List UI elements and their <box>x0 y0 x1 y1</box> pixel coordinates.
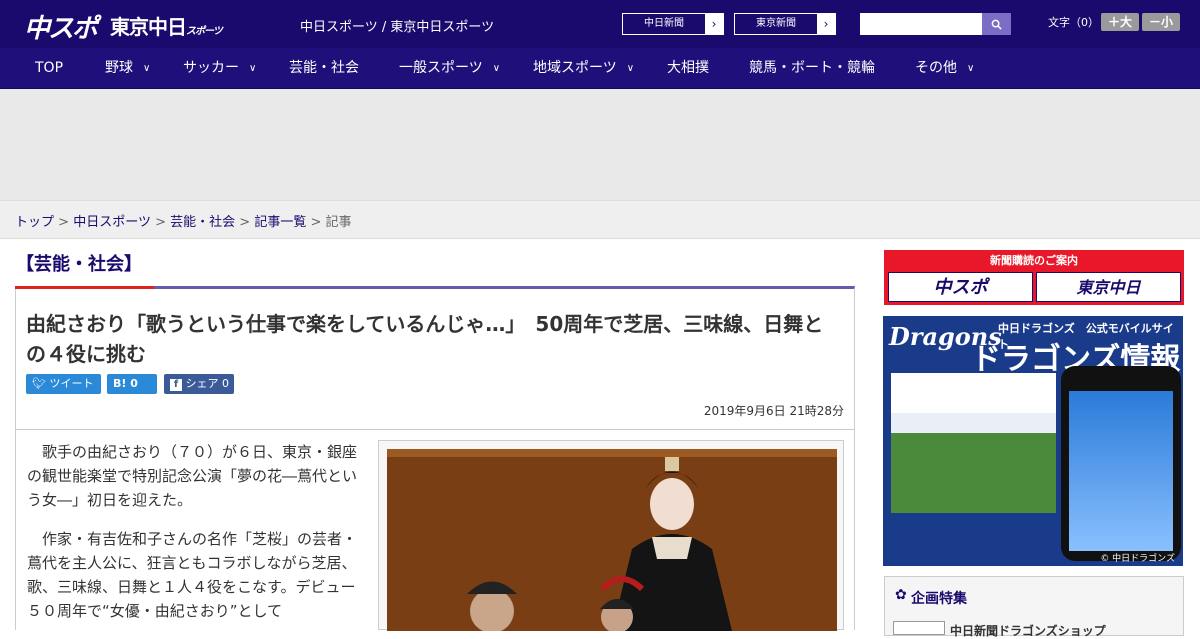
chevron-down-icon: ∨ <box>967 63 975 74</box>
article-paragraph: 歌手の由紀さおり（７０）が６日、東京・銀座の観世能楽堂で特別記念公演「夢の花―蔦… <box>27 443 358 509</box>
hatena-bookmark-button[interactable]: B! 0 <box>107 374 157 394</box>
breadcrumb-list[interactable]: 記事一覧 <box>254 215 306 230</box>
scoreboard-screenshot <box>891 373 1056 551</box>
chevron-down-icon: ∨ <box>626 63 635 74</box>
facebook-share-label: シェア 0 <box>185 377 230 390</box>
twitter-icon: 🐦︎ <box>32 377 46 390</box>
breadcrumb-separator: > <box>239 215 251 230</box>
tokyo-chunichi-subscribe-logo: 東京中日 <box>1036 272 1181 302</box>
breadcrumb-bar: トップ > 中日スポーツ > 芸能・社会 > 記事一覧 > 記事 <box>0 200 1200 239</box>
font-size-increase-button[interactable]: ＋大 <box>1101 13 1139 31</box>
chunichi-shimbun-button[interactable]: 中日新聞 › <box>622 13 724 35</box>
chevron-down-icon: ∨ <box>143 63 151 74</box>
chevron-right-icon: › <box>711 17 717 31</box>
facebook-share-button[interactable]: f シェア 0 <box>164 374 234 394</box>
chevron-down-icon: ∨ <box>249 63 257 74</box>
breadcrumb-current: 記事 <box>325 215 352 230</box>
facebook-icon: f <box>170 379 182 391</box>
breadcrumb-site[interactable]: 中日スポーツ <box>73 215 151 230</box>
tokyo-chunichi-logo[interactable]: 東京中日スポーツ <box>110 11 223 40</box>
article-header: 由紀さおり「歌うという仕事で楽をしているんじゃ…」 50周年で芝居、三味線、日舞… <box>15 286 855 430</box>
feature-title: 企画特集 <box>911 591 967 607</box>
feature-link[interactable]: 中日新聞ドラゴンズショップ <box>950 622 1106 639</box>
nav-label: 地域スポーツ <box>533 60 617 76</box>
article-headline: 由紀さおり「歌うという仕事で楽をしているんじゃ…」 50周年で芝居、三味線、日舞… <box>26 312 824 366</box>
nav-item-entertainment[interactable]: 芸能・社会 <box>289 48 359 89</box>
nav-label: その他 <box>915 60 957 76</box>
performer-illustration <box>387 449 837 631</box>
site-links[interactable]: 中日スポーツ / 東京中日スポーツ <box>300 16 494 35</box>
phone-illustration <box>1061 366 1181 561</box>
chevron-right-icon: › <box>823 17 829 31</box>
nav-item-general-sports[interactable]: 一般スポーツ ∨ <box>399 48 500 89</box>
dragons-mobile-banner[interactable]: Dragons 中日ドラゴンズ 公式モバイルサイト ドラゴンズ情報 © 中日ドラ… <box>883 316 1183 566</box>
subscription-title: 新聞購読のご案内 <box>990 254 1078 267</box>
tokyo-shimbun-label: 東京新聞 <box>735 14 817 34</box>
nav-item-baseball[interactable]: 野球 ∨ <box>105 48 150 89</box>
ribbon-icon: ✿ <box>895 587 907 603</box>
chunichi-shimbun-label: 中日新聞 <box>623 14 705 34</box>
article-date: 2019年9月6日 21時28分 <box>703 404 844 418</box>
dragons-copyright: © 中日ドラゴンズ <box>1100 554 1175 564</box>
article-photo[interactable] <box>387 449 837 631</box>
nav-label: TOP <box>35 60 64 76</box>
breadcrumb-separator: > <box>310 215 322 230</box>
nav-item-local-sports[interactable]: 地域スポーツ ∨ <box>533 48 634 89</box>
chevron-down-icon: ∨ <box>492 63 501 74</box>
site-header: 中スポ 東京中日スポーツ 中日スポーツ / 東京中日スポーツ 中日新聞 › 東京… <box>0 0 1200 48</box>
nav-label: 一般スポーツ <box>399 60 483 76</box>
nav-label: 競馬・ボート・競輪 <box>749 60 875 76</box>
nav-label: 芸能・社会 <box>289 60 359 76</box>
chuspo-logo[interactable]: 中スポ <box>24 8 98 44</box>
search-button[interactable] <box>982 13 1011 35</box>
search-icon <box>991 19 1002 30</box>
breadcrumb-separator: > <box>58 215 70 230</box>
breadcrumb: トップ > 中日スポーツ > 芸能・社会 > 記事一覧 > 記事 <box>15 211 352 230</box>
chuspo-subscribe-logo: 中スポ <box>888 272 1033 302</box>
tweet-button[interactable]: 🐦︎ ツイート <box>26 374 101 394</box>
tweet-label: ツイート <box>49 377 94 390</box>
search-input[interactable] <box>860 13 982 35</box>
breadcrumb-separator: > <box>155 215 166 230</box>
feature-section: ✿ 企画特集 中日新聞ドラゴンズショップ <box>884 576 1184 639</box>
nav-item-racing[interactable]: 競馬・ボート・競輪 <box>749 48 875 89</box>
nav-item-top[interactable]: TOP <box>35 48 63 89</box>
breadcrumb-category[interactable]: 芸能・社会 <box>170 215 235 230</box>
nav-label: 大相撲 <box>667 60 709 76</box>
font-size-label: 文字（0） <box>1048 16 1099 29</box>
ad-banner-area <box>0 89 1200 200</box>
breadcrumb-home[interactable]: トップ <box>15 215 54 230</box>
main-nav: TOP 野球 ∨ サッカー ∨ 芸能・社会 一般スポーツ ∨ 地域スポーツ ∨ 大相撲 … <box>0 48 1200 89</box>
article-photo-frame <box>378 440 844 631</box>
subscription-banner[interactable]: 新聞購読のご案内 中スポ 東京中日 <box>884 250 1184 305</box>
nav-label: 野球 <box>105 60 133 76</box>
nav-item-other[interactable]: その他 ∨ <box>915 48 974 89</box>
nav-label: サッカー <box>183 60 239 76</box>
article-category: 【芸能・社会】 <box>16 254 142 275</box>
nav-item-soccer[interactable]: サッカー ∨ <box>183 48 256 89</box>
feature-thumbnail[interactable] <box>893 621 945 635</box>
tokyo-chunichi-logo-text: 東京中日 <box>110 15 187 39</box>
nav-item-sumo[interactable]: 大相撲 <box>667 48 709 89</box>
tokyo-shimbun-button[interactable]: 東京新聞 › <box>734 13 836 35</box>
tokyo-chunichi-logo-sub: スポーツ <box>186 26 223 37</box>
font-size-decrease-button[interactable]: －小 <box>1142 13 1180 31</box>
article-paragraph: 作家・有吉佐和子さんの名作「芝桜」の芸者・蔦代を主人公に、狂言ともコラボしながら… <box>27 530 358 620</box>
